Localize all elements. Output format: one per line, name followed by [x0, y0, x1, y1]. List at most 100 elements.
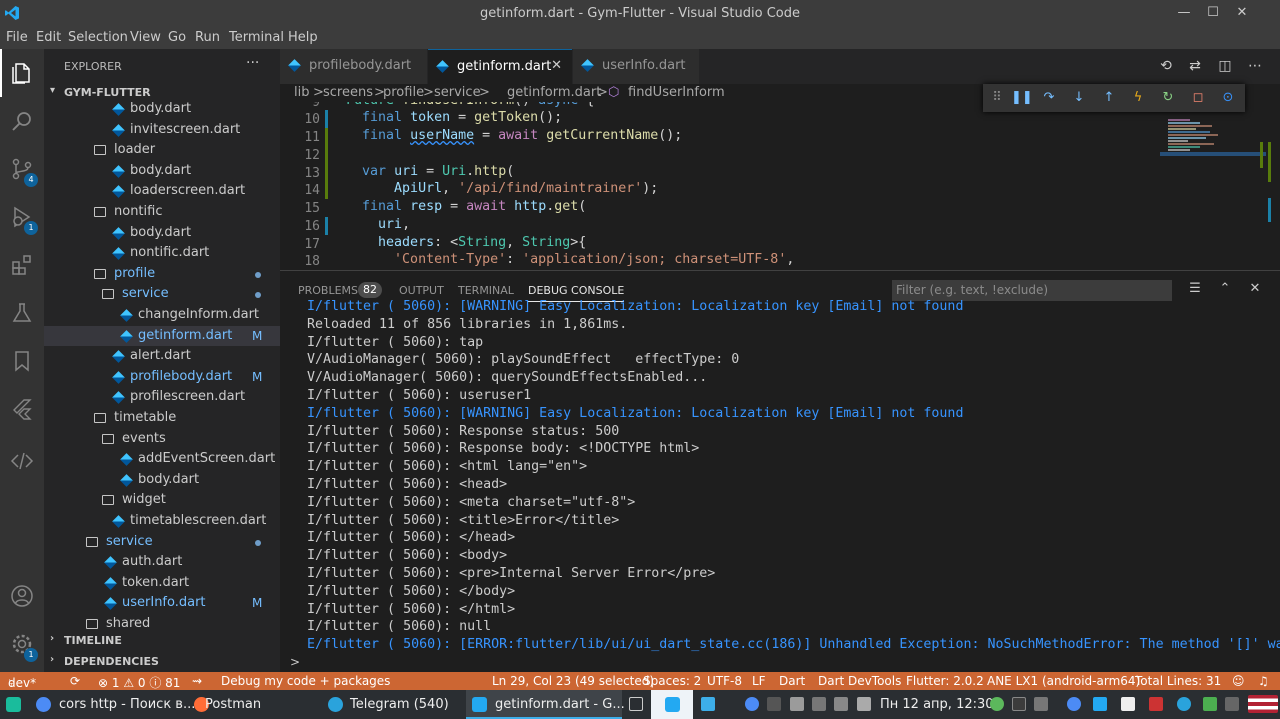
notifier-tray-icon[interactable]	[790, 697, 804, 711]
hot-reload-icon[interactable]: ϟ	[1130, 90, 1146, 106]
network-tray-icon[interactable]	[834, 697, 848, 711]
tray-app-icon[interactable]	[1203, 697, 1217, 711]
restart-icon[interactable]: ↻	[1160, 90, 1176, 106]
tab-problems[interactable]: PROBLEMS	[298, 284, 358, 297]
taskbar-item-postman[interactable]: Postman	[188, 690, 314, 719]
tree-file[interactable]: token.dart	[44, 573, 280, 594]
menu-edit[interactable]: Edit	[36, 30, 61, 45]
tab-terminal[interactable]: TERMINAL	[458, 284, 514, 297]
tree-file[interactable]: addEventScreen.dart	[44, 449, 280, 470]
tree-file[interactable]: auth.dart	[44, 552, 280, 573]
notifications-icon[interactable]: ♫	[1258, 674, 1269, 688]
debug-mode-status[interactable]: Debug my code + packages	[221, 674, 390, 688]
breadcrumb-profile[interactable]: profile	[383, 85, 424, 100]
language-status[interactable]: Dart	[779, 674, 805, 688]
tab-userinfo[interactable]: userInfo.dart	[573, 49, 699, 84]
volume-tray-icon[interactable]	[812, 697, 826, 711]
dependencies-section[interactable]: › DEPENDENCIES	[44, 651, 280, 672]
search-activity[interactable]	[0, 97, 44, 145]
tree-file[interactable]: profilebody.dart M	[44, 367, 280, 388]
open-changes-icon[interactable]: ⇄	[1187, 58, 1203, 74]
close-tab-icon[interactable]: ✕	[551, 58, 562, 73]
menu-run[interactable]: Run	[195, 30, 220, 45]
more-actions-button[interactable]: ···	[246, 55, 259, 71]
keyboard-layout-flag-icon[interactable]	[1248, 695, 1278, 713]
close-panel-icon[interactable]: ✕	[1247, 281, 1263, 297]
code-editor[interactable]: 9 Future findUserInform() async { 10 fin…	[280, 102, 972, 270]
lock-tray-icon[interactable]	[857, 697, 871, 711]
menu-view[interactable]: View	[130, 30, 161, 45]
tab-debug-console[interactable]: DEBUG CONSOLE	[528, 284, 625, 302]
console-filter-input[interactable]: Filter (e.g. text, !exclude)	[892, 280, 1172, 301]
tree-folder[interactable]: profile	[44, 264, 280, 285]
tree-folder[interactable]: nontific	[44, 202, 280, 223]
tray-app-icon[interactable]	[1225, 697, 1239, 711]
breadcrumb-file[interactable]: getinform.dart	[507, 85, 601, 100]
tree-file[interactable]: userInfo.dart M	[44, 593, 280, 614]
stop-icon[interactable]: ◻	[1190, 90, 1206, 106]
flutter-version-status[interactable]: Flutter: 2.0.2	[906, 674, 984, 688]
clock[interactable]: Пн 12 апр, 12:30	[880, 697, 994, 712]
sync-status[interactable]: ⟳	[70, 674, 80, 688]
testing-activity[interactable]	[0, 289, 44, 337]
remote-activity[interactable]	[0, 437, 44, 485]
tree-folder[interactable]: events	[44, 429, 280, 450]
tree-file[interactable]: changeInform.dart	[44, 305, 280, 326]
breadcrumb-lib[interactable]: lib	[294, 85, 309, 100]
close-window-button[interactable]: ✕	[1232, 4, 1252, 22]
feedback-icon[interactable]: ☺	[1232, 674, 1245, 688]
tree-file[interactable]: body.dart	[44, 223, 280, 244]
menu-file[interactable]: File	[6, 30, 28, 45]
taskbar-item-vscode[interactable]: getinform.dart - G...	[466, 690, 625, 719]
extensions-activity[interactable]	[0, 241, 44, 289]
source-control-activity[interactable]: 4	[0, 145, 44, 193]
menu-selection[interactable]: Selection	[68, 30, 128, 45]
run-debug-activity[interactable]: 1	[0, 193, 44, 241]
minimize-button[interactable]: —	[1174, 4, 1194, 22]
tree-file[interactable]: body.dart	[44, 161, 280, 182]
pinned-app-icon[interactable]	[701, 697, 715, 711]
tree-file[interactable]: invitescreen.dart	[44, 120, 280, 141]
tray-app-icon[interactable]	[1121, 697, 1135, 711]
terminal-tray-icon[interactable]	[767, 697, 781, 711]
flutter-activity[interactable]	[0, 385, 44, 433]
explorer-activity[interactable]	[0, 49, 44, 97]
tray-app-icon[interactable]	[1012, 697, 1026, 711]
eol-status[interactable]: LF	[752, 674, 766, 688]
step-out-icon[interactable]: ↑	[1101, 90, 1117, 106]
taskbar-item-browser[interactable]: cors http - Поиск в...	[30, 690, 195, 719]
split-editor-icon[interactable]: ◫	[1217, 58, 1233, 74]
tree-file[interactable]: loaderscreen.dart	[44, 181, 280, 202]
tree-file[interactable]: body.dart	[44, 99, 280, 120]
tree-folder[interactable]: service	[44, 284, 280, 305]
app-launcher-button[interactable]	[0, 690, 28, 719]
tree-folder[interactable]: service	[44, 532, 280, 553]
vertical-scrollbar[interactable]	[1266, 102, 1280, 270]
tray-app-icon[interactable]	[1149, 697, 1163, 711]
devtools-status[interactable]: Dart DevTools	[818, 674, 901, 688]
tray-app-icon[interactable]	[1034, 697, 1048, 711]
indentation-status[interactable]: Spaces: 2	[643, 674, 701, 688]
inspect-widget-icon[interactable]: ⊙	[1220, 90, 1236, 106]
tree-file[interactable]: getinform.dart M	[44, 325, 280, 347]
problems-status[interactable]: ⊗ 1 ⚠ 0 ⓘ 81	[98, 674, 180, 691]
tab-profilebody[interactable]: profilebody.dart	[280, 49, 427, 84]
breadcrumb-service[interactable]: service	[434, 85, 481, 100]
console-input-prompt[interactable]: >	[290, 655, 300, 669]
breadcrumb-screens[interactable]: screens	[323, 85, 373, 100]
clear-console-icon[interactable]: ☰	[1187, 281, 1203, 297]
accounts-activity[interactable]	[0, 572, 44, 620]
tab-getinform[interactable]: getinform.dart ✕	[428, 49, 572, 84]
manage-activity[interactable]: 1	[0, 620, 44, 668]
tray-app-icon[interactable]	[990, 697, 1004, 711]
pause-icon[interactable]: ❚❚	[1011, 90, 1033, 106]
pinned-chrome-icon[interactable]	[745, 697, 759, 711]
more-editor-actions-icon[interactable]: ⋯	[1247, 58, 1263, 74]
timeline-section[interactable]: › TIMELINE	[44, 630, 280, 651]
encoding-status[interactable]: UTF-8	[707, 674, 742, 688]
drag-handle-icon[interactable]: ⠿	[989, 90, 1005, 106]
tray-chrome-icon[interactable]	[1067, 697, 1081, 711]
tray-telegram-icon[interactable]	[1177, 697, 1191, 711]
tree-file[interactable]: alert.dart	[44, 346, 280, 367]
tree-folder[interactable]: widget	[44, 490, 280, 511]
